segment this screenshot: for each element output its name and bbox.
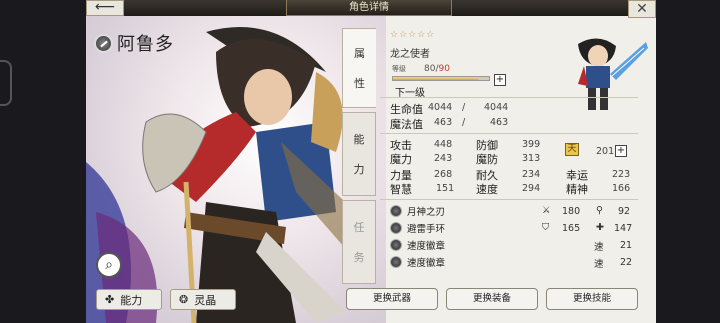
change-gear-button[interactable]: 更换装备 — [446, 288, 538, 310]
equipment-stat-2: 92 — [618, 206, 631, 217]
equipment-item[interactable]: 避雷手环 — [390, 220, 445, 236]
defense-icon: ⛉ — [542, 222, 550, 233]
chibi-sprite — [578, 38, 648, 110]
equipment-stat-2: 147 — [614, 223, 633, 234]
character-art — [86, 12, 386, 323]
spirit-crystal-label: 灵晶 — [194, 293, 217, 307]
character-class: 龙之使者 — [390, 49, 430, 60]
tab-attributes-label-1: 属 — [354, 47, 365, 60]
luck-value: 223 — [612, 169, 631, 180]
change-weapon-button[interactable]: 更换武器 — [346, 288, 438, 310]
level-value: 80/90 — [424, 64, 450, 74]
attack-icon: ⚔ — [542, 205, 551, 216]
close-button[interactable]: ✕ — [628, 0, 656, 18]
ability-button[interactable]: ✤ 能力 — [96, 289, 162, 310]
tab-ability-label-1: 能 — [353, 133, 365, 146]
class-icon — [94, 33, 113, 53]
spirit-value: 166 — [612, 183, 631, 194]
left-edge-handle — [0, 60, 12, 106]
speed-stat-value: 22 — [620, 257, 633, 268]
gem-plus-button[interactable]: + — [615, 145, 627, 157]
mp-max: 463 — [490, 117, 509, 128]
magic-label: 魔力 — [390, 153, 412, 166]
hp-current: 4044 — [428, 102, 453, 113]
tab-quest-label-2: 务 — [353, 251, 365, 264]
wisdom-label: 智慧 — [390, 183, 412, 196]
tab-attributes-label-2: 性 — [354, 77, 365, 90]
equipment-name: 速度徽章 — [407, 241, 446, 252]
gem-value: 201 — [596, 146, 615, 157]
divider — [380, 199, 638, 200]
side-tabs: 属 性 能 力 任 务 — [342, 28, 376, 284]
window-title: 角色详情 — [286, 0, 452, 16]
mp-label: 魔法值 — [390, 118, 423, 131]
mp-sep: / — [462, 117, 466, 128]
character-name: 阿鲁多 — [117, 34, 174, 55]
mp-current: 463 — [434, 117, 453, 128]
hp-label: 生命值 — [390, 103, 423, 116]
change-skill-button[interactable]: 更换技能 — [546, 288, 638, 310]
equipment-item[interactable]: 速度徽章 — [390, 237, 445, 253]
endurance-value: 234 — [522, 169, 541, 180]
magic-defense-label: 魔防 — [476, 153, 498, 166]
spirit-crystal-button[interactable]: ❂ 灵晶 — [170, 289, 236, 310]
hp-max: 4044 — [484, 102, 509, 113]
speed-label: 速度 — [476, 183, 498, 196]
tab-quest[interactable]: 任 务 — [342, 200, 376, 284]
equipment-stat-1: 165 — [562, 223, 581, 234]
zoom-button[interactable]: ⌕ — [96, 252, 122, 278]
speed-stat-label: 速 — [594, 259, 604, 270]
divider — [380, 97, 638, 98]
speed-stat-label: 速 — [594, 242, 604, 253]
tab-attributes[interactable]: 属 性 — [342, 28, 376, 108]
rarity-stars: ☆☆☆☆☆ — [390, 30, 436, 40]
tab-ability-label-2: 力 — [353, 163, 365, 176]
tab-quest-label-1: 任 — [353, 221, 365, 234]
wisdom-value: 151 — [436, 183, 455, 194]
level-label: 等级 — [392, 65, 406, 73]
back-button[interactable]: ⟵ — [86, 0, 124, 16]
equipment-name: 速度徽章 — [407, 258, 446, 269]
divider — [380, 133, 638, 134]
level-progress-fill — [393, 77, 479, 80]
search-icon: ⌕ — [105, 257, 113, 273]
magic-icon: ⚲ — [596, 205, 603, 216]
level-max: 90 — [438, 64, 450, 74]
shield-plus-icon: ✚ — [596, 222, 604, 233]
character-illustration — [86, 27, 366, 323]
character-name-box: 阿鲁多 — [94, 30, 174, 56]
sword-icon — [390, 205, 402, 217]
gem-icon: 天 — [565, 143, 579, 156]
speed-stat-value: 21 — [620, 240, 633, 251]
equipment-name: 月神之刃 — [407, 207, 446, 218]
crystal-icon: ❂ — [179, 293, 189, 306]
badge-icon — [390, 256, 402, 268]
level-current: 80 — [424, 64, 436, 74]
equipment-item[interactable]: 月神之刃 — [390, 203, 445, 219]
magic-defense-value: 313 — [522, 153, 541, 164]
magic-value: 243 — [434, 153, 453, 164]
defense-value: 399 — [522, 139, 541, 150]
equipment-stat-1: 180 — [562, 206, 581, 217]
equipment-name: 避雷手环 — [407, 224, 446, 235]
hp-sep: / — [462, 102, 466, 113]
spirit-label: 精神 — [566, 183, 588, 196]
ability-icon: ✤ — [105, 293, 115, 306]
level-progress-bar — [392, 76, 490, 81]
ability-label: 能力 — [120, 293, 143, 307]
badge-icon — [390, 239, 402, 251]
attack-value: 448 — [434, 139, 453, 150]
tab-ability[interactable]: 能 力 — [342, 112, 376, 196]
strength-value: 268 — [434, 169, 453, 180]
bracelet-icon — [390, 222, 402, 234]
equipment-item[interactable]: 速度徽章 — [390, 254, 445, 270]
speed-value: 294 — [522, 183, 541, 194]
level-up-plus-button[interactable]: + — [494, 74, 506, 86]
